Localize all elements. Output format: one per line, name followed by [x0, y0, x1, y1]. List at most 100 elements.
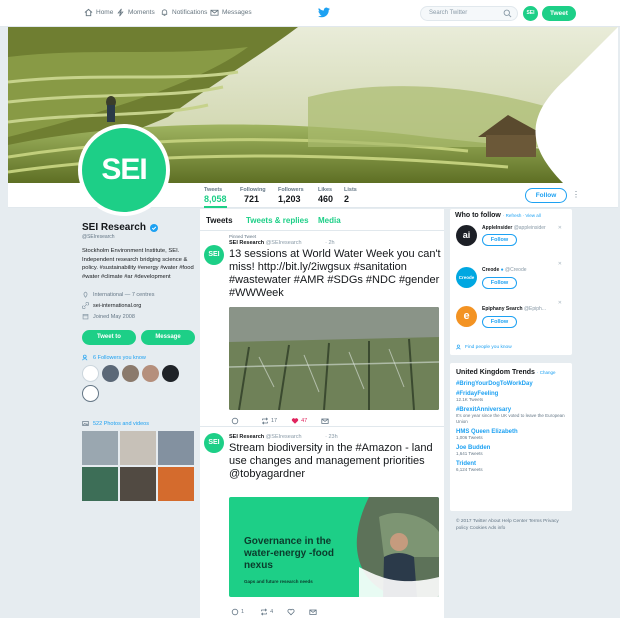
people-icon [456, 344, 461, 350]
message-button[interactable]: Message [141, 330, 195, 345]
reply-action[interactable] [231, 417, 239, 425]
trend-item[interactable]: #FridayFeeling 12.1K Tweets [456, 391, 566, 403]
tweet-to-button[interactable]: Tweet to [82, 330, 136, 345]
tweet-author-name[interactable]: SEI Research [229, 434, 264, 440]
like-action[interactable]: 47 [291, 417, 307, 425]
trends-change-link[interactable]: · Change [537, 370, 556, 375]
tab-media[interactable]: Media [318, 216, 341, 225]
follow-account-button[interactable]: Follow [482, 234, 517, 246]
stat-lists[interactable]: Lists 2 [344, 187, 357, 204]
media-thumbnail[interactable] [158, 467, 194, 501]
profile-bio: Stockholm Environment Institute, SEI. In… [82, 248, 194, 280]
profile-tabs: Tweets Tweets & replies Media [200, 209, 444, 231]
irrigation-photo [229, 307, 439, 410]
tab-tweets[interactable]: Tweets [206, 216, 233, 225]
compose-tweet-button[interactable]: Tweet [542, 6, 576, 21]
message-action[interactable] [309, 608, 317, 616]
profile-avatar[interactable]: SEI [78, 124, 170, 216]
account-avatar[interactable]: Creode [456, 267, 477, 288]
media-thumbnail[interactable] [82, 467, 118, 501]
stat-label: Lists [344, 187, 357, 193]
retweet-action[interactable]: 17 [261, 417, 277, 425]
stat-followers[interactable]: Followers 1,203 [278, 187, 304, 204]
follower-avatar[interactable] [102, 365, 119, 382]
trend-item[interactable]: Joe Budden 1,641 Tweets [456, 445, 566, 457]
trend-item[interactable]: #BrexitAnniversary It's one year since th… [456, 407, 566, 425]
account-handle: @appleinsider [513, 225, 546, 231]
tweet-item[interactable]: SEI SEI Research @SEIresearch · 23h Stre… [200, 427, 444, 618]
search-icon[interactable] [503, 9, 512, 18]
stat-following[interactable]: Following 721 [240, 187, 266, 204]
tab-tweets-replies[interactable]: Tweets & replies [246, 216, 309, 225]
find-people-link[interactable]: Find people you know [456, 344, 512, 350]
media-thumbnail[interactable] [120, 467, 156, 501]
tweet-text: Stream biodiversity in the #Amazon - lan… [229, 442, 433, 480]
account-name-text[interactable]: Epiphany Search [482, 306, 523, 312]
website-link[interactable]: sei-international.org [93, 303, 141, 309]
follower-avatar[interactable] [82, 365, 99, 382]
account-name-text[interactable]: AppleInsider [482, 225, 512, 231]
message-action[interactable] [321, 417, 329, 425]
tweet-image-irrigation[interactable] [229, 307, 439, 410]
retweet-count: 17 [271, 418, 278, 424]
tweet-avatar[interactable]: SEI [204, 433, 224, 453]
search-input[interactable]: Search Twitter [420, 6, 518, 21]
reply-icon [231, 608, 239, 616]
tweet-card-governance[interactable]: Governance in the water-energy -food nex… [229, 497, 439, 597]
reply-action[interactable]: 1 [231, 608, 244, 616]
stat-likes[interactable]: Likes 460 [318, 187, 333, 204]
twitter-bird-icon[interactable] [318, 7, 330, 18]
media-thumbnail[interactable] [120, 431, 156, 465]
tweet-avatar[interactable]: SEI [204, 245, 224, 265]
like-action[interactable] [287, 608, 295, 616]
top-navigation-bar: Home Moments Notifications Messages Sear… [0, 0, 620, 27]
retweet-count: 4 [270, 609, 274, 615]
account-name-text[interactable]: Creode [482, 267, 499, 273]
tweet-item[interactable]: Pinned Tweet SEI SEI Research @SEIresear… [200, 231, 444, 427]
pinned-label: Pinned Tweet [229, 234, 257, 239]
dismiss-icon[interactable]: ✕ [558, 261, 562, 267]
stat-value: 460 [318, 194, 334, 204]
envelope-icon [210, 9, 219, 16]
footer-links[interactable]: © 2017 Twitter About Help Center Terms P… [450, 518, 572, 532]
retweet-action[interactable]: 4 [260, 608, 273, 616]
trend-item[interactable]: #BringYourDogToWorkDay [456, 381, 566, 387]
media-thumbnail[interactable] [82, 431, 118, 465]
follow-account-button[interactable]: Follow [482, 277, 517, 289]
verified-badge-icon [149, 223, 158, 232]
who-to-follow-links[interactable]: · Refresh · View all [503, 213, 541, 218]
account-avatar[interactable]: SEI [523, 6, 538, 21]
trend-item[interactable]: HMS Queen Elizabeth 1,006 Tweets [456, 429, 566, 441]
nav-moments[interactable]: Moments [116, 8, 155, 17]
account-avatar[interactable]: e [456, 306, 477, 327]
dismiss-icon[interactable]: ✕ [558, 300, 562, 306]
more-options-icon[interactable]: ⋮ [572, 190, 580, 199]
followers-you-know[interactable]: 6 Followers you know [82, 354, 196, 361]
reply-icon [231, 417, 239, 425]
profile-name: SEI Research [82, 222, 146, 233]
photos-and-videos-link[interactable]: 522 Photos and videos [82, 420, 196, 427]
stat-tweets[interactable]: Tweets 8,058 [204, 187, 227, 208]
follower-avatar[interactable] [162, 365, 179, 382]
lightning-icon [117, 8, 124, 17]
link-icon [82, 302, 89, 309]
follower-avatar[interactable] [122, 365, 139, 382]
profile-handle: @SEIresearch [82, 234, 115, 240]
stat-value: 2 [344, 194, 350, 204]
follower-avatar[interactable] [82, 385, 99, 402]
account-avatar[interactable]: ai [456, 225, 477, 246]
media-thumbnail[interactable] [158, 431, 194, 465]
tweet-author-name[interactable]: SEI Research [229, 240, 264, 246]
people-icon [82, 354, 88, 361]
nav-notifications[interactable]: Notifications [160, 8, 207, 17]
follower-avatar[interactable] [142, 365, 159, 382]
trend-item[interactable]: Trident 6,124 Tweets [456, 461, 566, 473]
follow-button[interactable]: Follow [525, 188, 567, 203]
card-subtitle: Gaps and future research needs [244, 579, 313, 584]
dismiss-icon[interactable]: ✕ [558, 225, 562, 231]
nav-home[interactable]: Home [84, 8, 113, 17]
stat-label: Tweets [204, 187, 223, 193]
nav-messages[interactable]: Messages [210, 8, 252, 17]
account-name: Creode ● @Creode [482, 267, 527, 273]
follow-account-button[interactable]: Follow [482, 316, 517, 328]
